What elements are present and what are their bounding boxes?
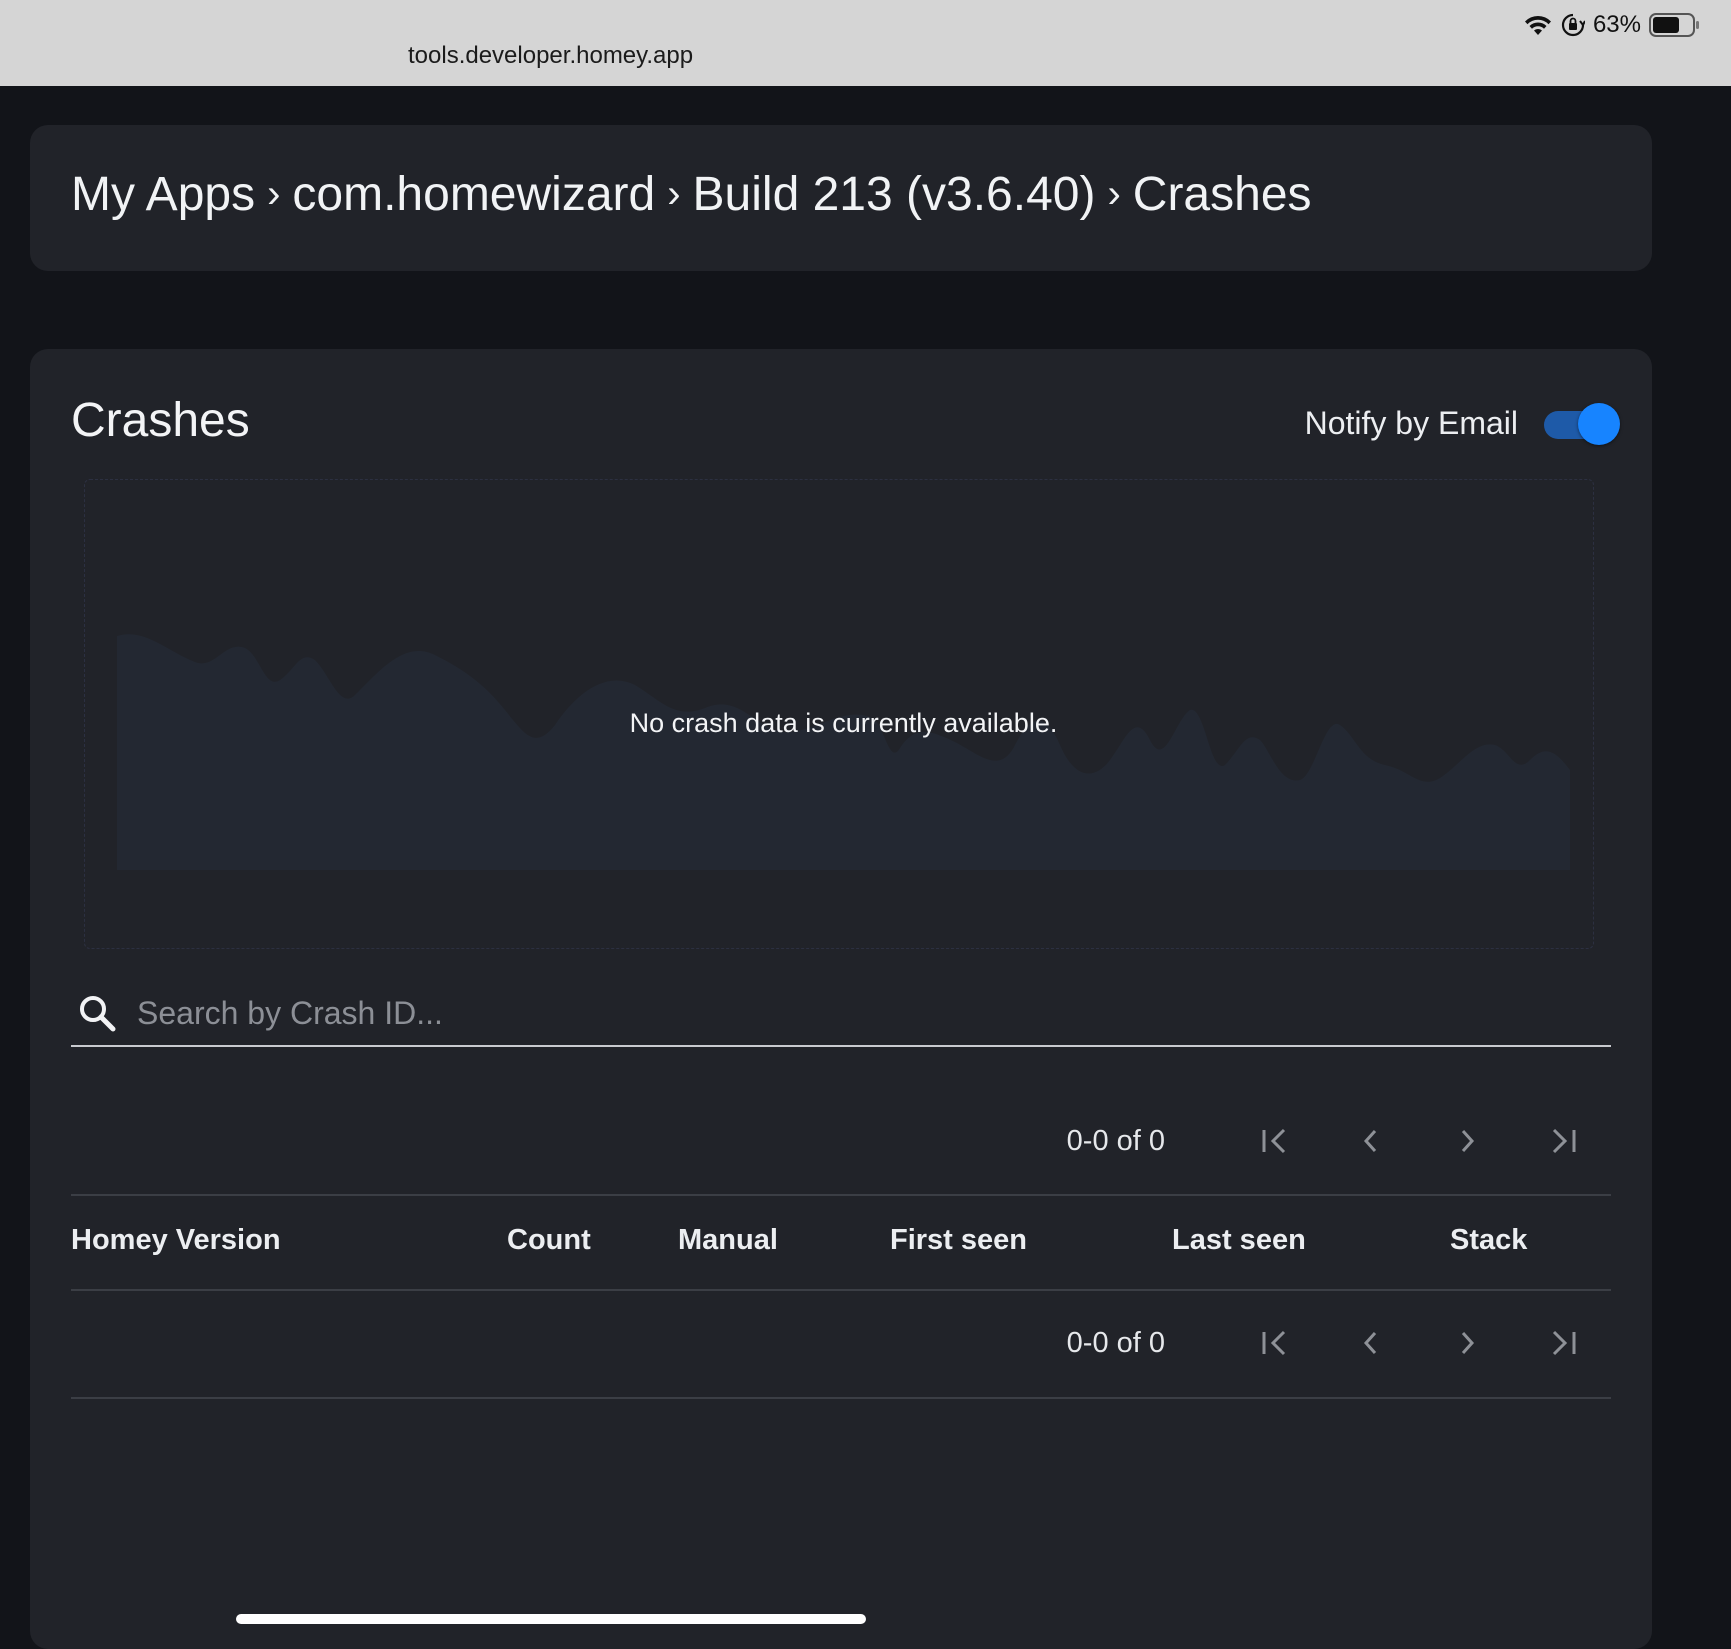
first-page-icon — [1262, 1330, 1286, 1356]
battery-icon — [1649, 12, 1701, 38]
column-last-seen[interactable]: Last seen — [1172, 1224, 1306, 1257]
last-page-icon — [1552, 1330, 1576, 1356]
status-icons: 63% — [1523, 10, 1701, 40]
pagination-top: 0-0 of 0 — [71, 1091, 1611, 1191]
notify-by-email: Notify by Email — [1304, 402, 1620, 445]
battery-percent: 63% — [1592, 11, 1641, 38]
table-header: Homey Version Count Manual First seen La… — [71, 1194, 1611, 1288]
page-title: Crashes — [71, 394, 250, 447]
breadcrumb-my-apps[interactable]: My Apps — [71, 167, 255, 222]
home-indicator[interactable] — [236, 1614, 866, 1624]
search-bar — [71, 981, 1611, 1047]
divider — [71, 1289, 1611, 1291]
previous-page-button[interactable] — [1323, 1313, 1419, 1373]
last-page-button[interactable] — [1515, 1313, 1611, 1373]
chevron-right-icon — [1461, 1129, 1475, 1153]
url-text[interactable]: tools.developer.homey.app — [408, 42, 693, 70]
column-first-seen[interactable]: First seen — [890, 1224, 1027, 1257]
divider — [71, 1397, 1611, 1399]
next-page-button[interactable] — [1419, 1111, 1515, 1171]
column-count[interactable]: Count — [507, 1224, 591, 1257]
previous-page-button[interactable] — [1323, 1111, 1419, 1171]
notify-label: Notify by Email — [1304, 405, 1518, 441]
chevron-right-icon — [1461, 1331, 1475, 1355]
search-input[interactable] — [135, 993, 1611, 1033]
browser-bar: tools.developer.homey.app 63% — [0, 0, 1731, 86]
wifi-icon — [1523, 13, 1553, 37]
breadcrumb-app[interactable]: com.homewizard — [292, 167, 655, 222]
no-data-message: No crash data is currently available. — [629, 708, 1058, 738]
column-homey-version[interactable]: Homey Version — [71, 1224, 281, 1257]
first-page-button[interactable] — [1227, 1111, 1323, 1171]
column-manual[interactable]: Manual — [678, 1224, 778, 1257]
next-page-button[interactable] — [1419, 1313, 1515, 1373]
first-page-icon — [1262, 1128, 1286, 1154]
orientation-lock-icon — [1561, 13, 1585, 37]
pagination-bottom: 0-0 of 0 — [71, 1293, 1611, 1393]
crash-chart-placeholder: No crash data is currently available. — [84, 479, 1594, 949]
breadcrumb-separator: › — [267, 172, 281, 216]
last-page-icon — [1552, 1128, 1576, 1154]
breadcrumb-separator: › — [667, 172, 681, 216]
column-stack[interactable]: Stack — [1450, 1224, 1527, 1257]
breadcrumb-crashes: Crashes — [1132, 168, 1312, 221]
notify-toggle[interactable] — [1542, 402, 1620, 445]
breadcrumb-card: My Apps › com.homewizard › Build 213 (v3… — [30, 125, 1652, 271]
breadcrumb-build[interactable]: Build 213 (v3.6.40) — [693, 167, 1096, 222]
search-icon — [73, 989, 121, 1037]
crashes-card: Crashes Notify by Email No crash data is… — [30, 349, 1652, 1649]
breadcrumb-separator: › — [1107, 172, 1121, 216]
pagination-count: 0-0 of 0 — [1066, 1124, 1165, 1157]
toggle-thumb — [1578, 402, 1620, 445]
chevron-left-icon — [1363, 1129, 1377, 1153]
breadcrumb: My Apps › com.homewizard › Build 213 (v3… — [71, 167, 1312, 222]
first-page-button[interactable] — [1227, 1313, 1323, 1373]
chevron-left-icon — [1363, 1331, 1377, 1355]
pagination-count: 0-0 of 0 — [1066, 1326, 1165, 1359]
last-page-button[interactable] — [1515, 1111, 1611, 1171]
